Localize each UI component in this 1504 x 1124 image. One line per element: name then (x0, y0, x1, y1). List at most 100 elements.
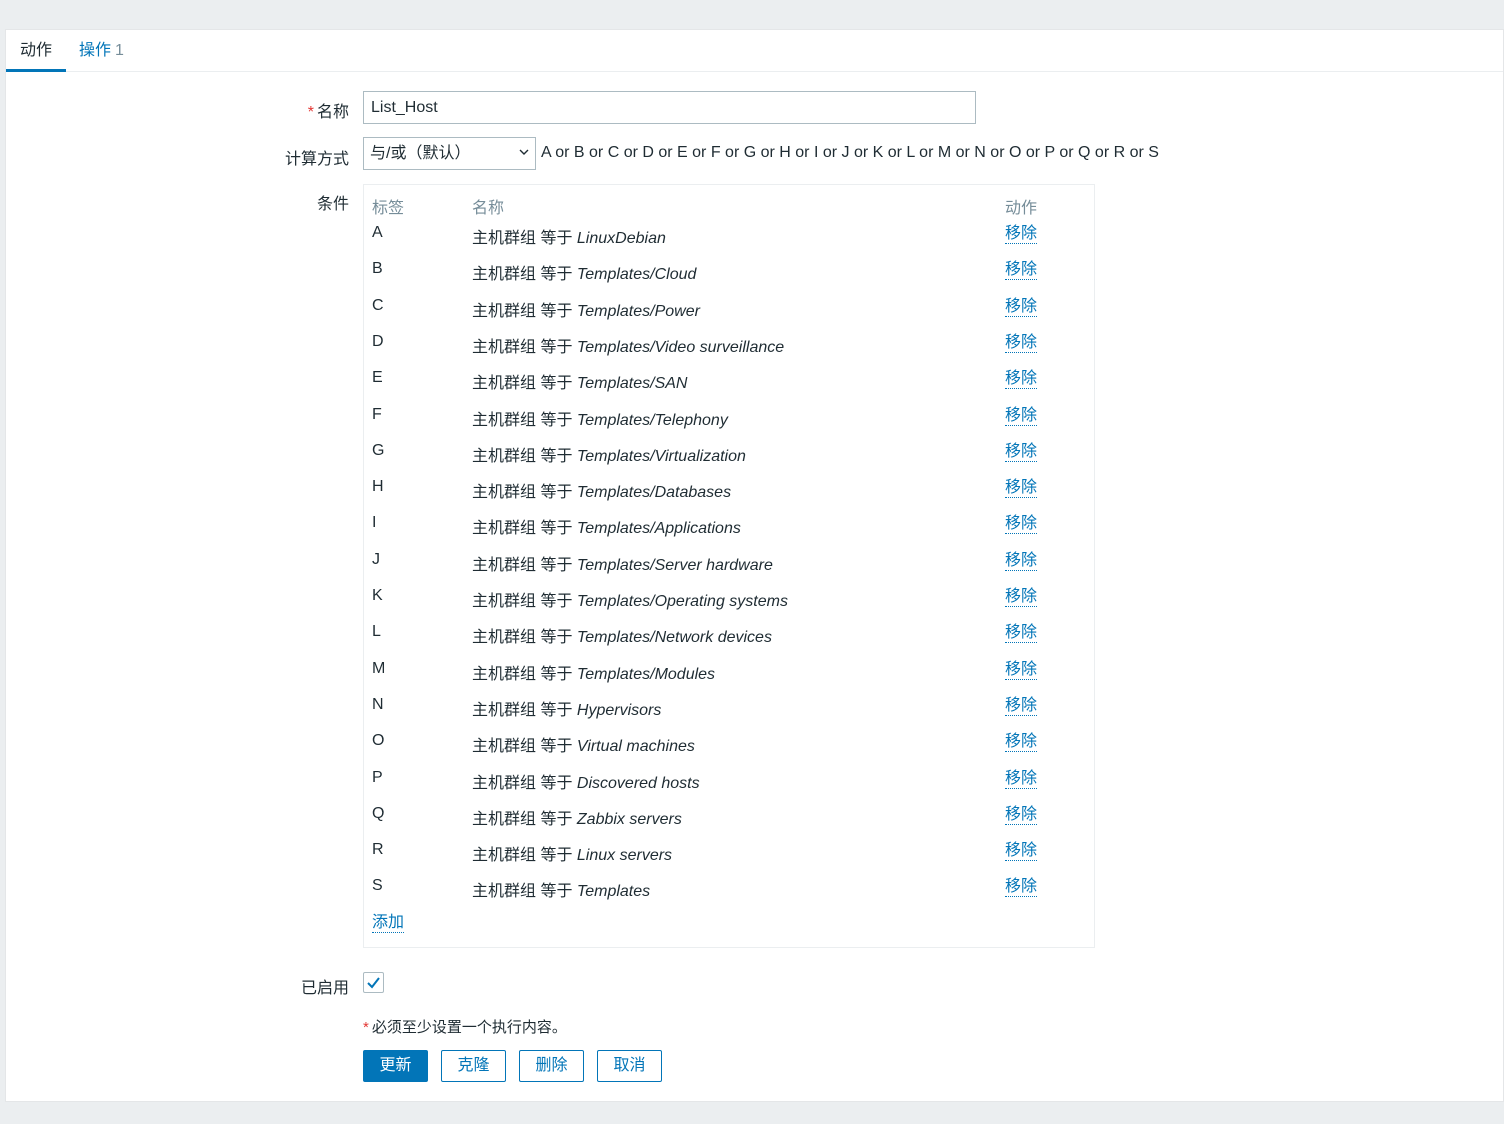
enabled-checkbox[interactable] (363, 972, 384, 993)
condition-prefix: 主机群组 等于 (472, 738, 577, 756)
condition-prefix: 主机群组 等于 (472, 701, 577, 719)
condition-prefix: 主机群组 等于 (472, 810, 577, 828)
remove-condition-link[interactable]: 移除 (1005, 587, 1038, 607)
condition-prefix: 主机群组 等于 (472, 520, 577, 538)
name-field-label: * 名称 (308, 98, 349, 122)
requirement-note: * 必须至少设置一个执行内容。 (363, 1016, 567, 1037)
table-row: N 主机群组 等于 Hypervisors 移除 (364, 696, 1094, 732)
remove-condition-link[interactable]: 移除 (1005, 224, 1038, 244)
condition-name: 主机群组 等于 Discovered hosts (472, 769, 700, 793)
tab-action-label: 动作 (19, 42, 52, 59)
remove-condition-link[interactable]: 移除 (1005, 877, 1038, 898)
table-row: Q 主机群组 等于 Zabbix servers 移除 (364, 805, 1094, 841)
condition-prefix: 主机群组 等于 (472, 774, 577, 792)
condition-prefix: 主机群组 等于 (472, 302, 577, 320)
condition-label: J (372, 550, 380, 568)
condition-value: Templates/Power (576, 302, 700, 320)
condition-label: R (372, 841, 384, 859)
condition-prefix: 主机群组 等于 (472, 665, 577, 683)
remove-condition-link[interactable]: 移除 (1005, 514, 1038, 535)
action-form-panel: 动作 操作 1 * 名称 List_Host 计算方式 与/或（默认） A or B… (5, 29, 1504, 1102)
remove-condition-link[interactable]: 移除 (1005, 551, 1038, 571)
header-name: 名称 (472, 200, 505, 217)
condition-value: Templates/Network devices (576, 629, 772, 647)
condition-prefix: 主机群组 等于 (472, 338, 577, 356)
remove-condition-link[interactable]: 移除 (1005, 333, 1038, 353)
condition-value: Templates/Video surveillance (576, 338, 785, 356)
note-required-mark: * (363, 1019, 369, 1036)
remove-condition-link[interactable]: 移除 (1005, 841, 1038, 862)
remove-condition-link[interactable]: 移除 (1005, 805, 1038, 825)
condition-label: M (372, 659, 386, 677)
required-mark: * (307, 104, 314, 121)
tab-action[interactable]: 动作 (6, 42, 66, 72)
delete-button[interactable]: 删除 (519, 1050, 584, 1082)
name-input[interactable]: List_Host (363, 91, 976, 124)
formula-text: A or B or C or D or E or F or G or H or … (541, 144, 1159, 161)
remove-condition-link[interactable]: 移除 (1005, 696, 1038, 716)
clone-button[interactable]: 克隆 (441, 1050, 506, 1082)
condition-label: G (372, 441, 385, 459)
condition-value: Templates/Operating systems (576, 593, 788, 610)
condition-label: O (372, 732, 385, 750)
condition-label: N (372, 695, 384, 713)
condition-name: 主机群组 等于 Templates/Video surveillance (472, 333, 784, 357)
remove-condition-link[interactable]: 移除 (1005, 369, 1038, 390)
condition-prefix: 主机群组 等于 (472, 629, 577, 647)
enabled-label: 已启用 (300, 980, 349, 997)
condition-name: 主机群组 等于 Templates/SAN (472, 369, 687, 393)
table-row: J 主机群组 等于 Templates/Server hardware 移除 (364, 551, 1094, 587)
condition-value: Virtual machines (576, 738, 695, 756)
remove-condition-link[interactable]: 移除 (1005, 623, 1038, 644)
remove-condition-link[interactable]: 移除 (1005, 260, 1038, 281)
remove-condition-link[interactable]: 移除 (1005, 478, 1038, 499)
table-row: O 主机群组 等于 Virtual machines 移除 (364, 732, 1094, 768)
condition-name: 主机群组 等于 LinuxDebian (472, 224, 666, 248)
tab-bar: 动作 操作 1 (6, 30, 1503, 72)
table-row: S 主机群组 等于 Templates 移除 (364, 877, 1094, 913)
update-button[interactable]: 更新 (363, 1050, 428, 1082)
condition-value: Templates/Server hardware (576, 556, 773, 574)
remove-condition-link[interactable]: 移除 (1005, 406, 1038, 426)
condition-value: Templates/Databases (576, 484, 732, 502)
condition-label: I (372, 514, 377, 532)
condition-name: 主机群组 等于 Templates/Power (472, 297, 700, 321)
condition-label: A (372, 224, 383, 241)
tab-operations-count: 1 (115, 42, 124, 59)
condition-name: 主机群组 等于 Templates/Telephony (472, 406, 728, 430)
condition-name: 主机群组 等于 Templates/Server hardware (472, 551, 773, 575)
condition-name: 主机群组 等于 Templates (472, 877, 650, 901)
remove-condition-link[interactable]: 移除 (1005, 769, 1038, 789)
calc-type-select[interactable]: 与/或（默认） (363, 137, 536, 170)
name-label-text: 名称 (316, 104, 349, 121)
chevron-down-icon (519, 149, 529, 155)
table-row: H 主机群组 等于 Templates/Databases 移除 (364, 478, 1094, 514)
tab-operations[interactable]: 操作 1 (79, 42, 124, 72)
conditions-table: 标签 名称 动作 A 主机群组 等于 LinuxDebian 移除 B 主机群组 等于 … (363, 184, 1095, 948)
note-text: 必须至少设置一个执行内容。 (371, 1019, 567, 1036)
condition-name: 主机群组 等于 Linux servers (472, 841, 672, 865)
table-row: I 主机群组 等于 Templates/Applications 移除 (364, 514, 1094, 550)
table-row: A 主机群组 等于 LinuxDebian 移除 (364, 224, 1094, 260)
remove-condition-link[interactable]: 移除 (1005, 297, 1038, 317)
remove-condition-link[interactable]: 移除 (1005, 442, 1038, 462)
remove-condition-link[interactable]: 移除 (1005, 660, 1038, 680)
condition-name: 主机群组 等于 Templates/Operating systems (472, 587, 788, 611)
condition-value: Templates (576, 883, 651, 901)
conditions-label: 条件 (316, 196, 349, 213)
condition-value: Templates/Virtualization (576, 447, 746, 465)
condition-label: S (372, 877, 383, 895)
condition-label: L (372, 623, 381, 641)
cancel-button[interactable]: 取消 (597, 1050, 662, 1082)
table-row: M 主机群组 等于 Templates/Modules 移除 (364, 660, 1094, 696)
condition-prefix: 主机群组 等于 (472, 230, 577, 247)
condition-value: Templates/Applications (576, 520, 741, 538)
checkmark-icon (367, 977, 380, 989)
condition-value: Discovered hosts (576, 774, 700, 792)
condition-value: Templates/SAN (576, 375, 688, 393)
header-label: 标签 (372, 200, 405, 217)
condition-name: 主机群组 等于 Templates/Network devices (472, 623, 772, 647)
condition-label: B (372, 260, 383, 278)
remove-condition-link[interactable]: 移除 (1005, 732, 1038, 753)
add-condition-link[interactable]: 添加 (372, 913, 405, 933)
